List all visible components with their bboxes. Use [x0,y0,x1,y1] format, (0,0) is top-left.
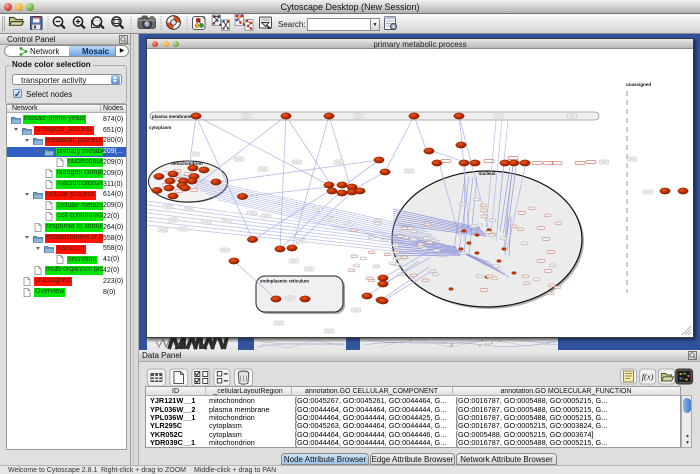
svg-text:unassigned: unassigned [626,82,651,87]
svg-text:f(x): f(x) [642,372,654,382]
svg-text:endoplasmic reticulum: endoplasmic reticulum [260,279,309,284]
svg-text:mitochondrion: mitochondrion [171,161,203,166]
svg-text:plasma membrane: plasma membrane [152,114,192,119]
svg-text:cytoplasm: cytoplasm [149,125,171,130]
svg-text:nucleus: nucleus [478,171,496,176]
